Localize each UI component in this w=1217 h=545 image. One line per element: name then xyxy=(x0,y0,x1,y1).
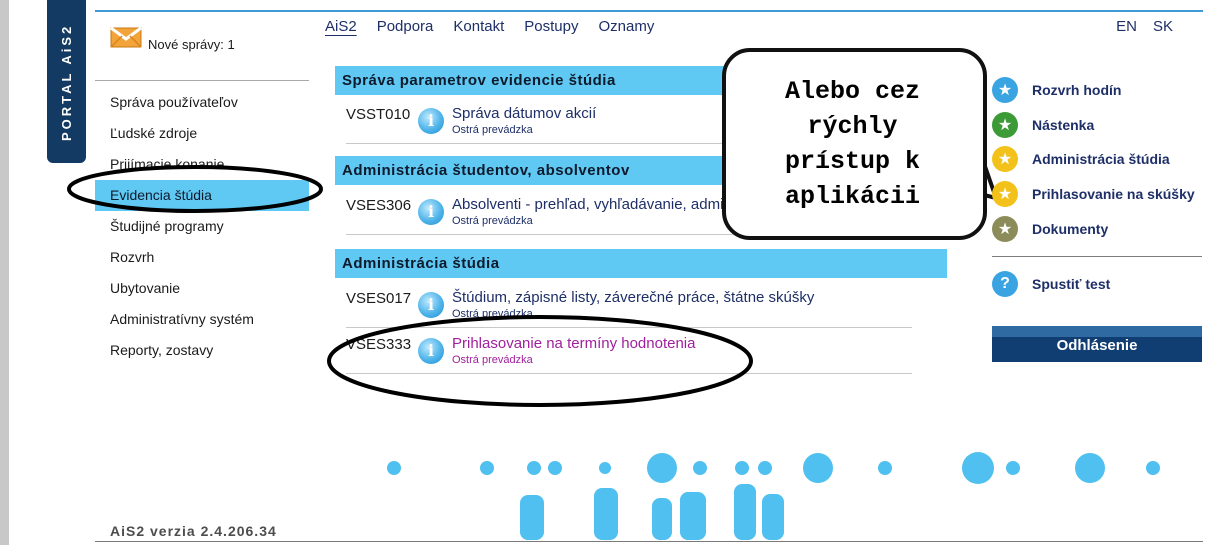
logout-button[interactable]: Odhlásenie xyxy=(992,326,1202,362)
quick-label: Prihlasovanie na skúšky xyxy=(1032,186,1195,202)
quick-label: Rozvrh hodín xyxy=(1032,82,1122,98)
quick-divider xyxy=(992,256,1202,257)
messages-label: Nové správy: 1 xyxy=(148,37,235,52)
info-icon: i xyxy=(418,292,444,318)
menu-divider xyxy=(95,80,309,81)
quick-rozvrh-hodin[interactable]: ★ Rozvrh hodín xyxy=(992,77,1121,103)
section-header: Administrácia štúdia xyxy=(335,249,947,278)
quick-nastenka[interactable]: ★ Nástenka xyxy=(992,112,1094,138)
callout-text: Alebo cez rýchly prístup k aplikácii xyxy=(724,74,981,214)
app-code: VSES333 xyxy=(346,336,412,353)
messages-link[interactable]: Nové správy: 1 xyxy=(110,22,235,52)
app-status: Ostrá prevádzka xyxy=(452,215,533,227)
app-status: Ostrá prevádzka xyxy=(452,124,533,136)
menu-item-studijne-programy[interactable]: Študijné programy xyxy=(95,211,309,242)
star-yellow-icon: ★ xyxy=(992,146,1018,172)
info-icon: i xyxy=(418,108,444,134)
info-icon: i xyxy=(418,199,444,225)
quick-spustit-test[interactable]: ? Spustiť test xyxy=(992,271,1110,297)
portal-label: PORTAL AiS2 xyxy=(59,23,74,141)
app-status: Ostrá prevádzka xyxy=(452,308,533,320)
language-switch: EN SK xyxy=(1116,18,1173,35)
envelope-icon xyxy=(110,22,142,48)
menu-item-prijimacie-konanie[interactable]: Prijímacie konanie xyxy=(95,149,309,180)
quick-label: Dokumenty xyxy=(1032,221,1109,237)
help-icon: ? xyxy=(992,271,1018,297)
nav-podpora[interactable]: Podpora xyxy=(377,18,434,35)
app-code: VSES017 xyxy=(346,290,412,307)
left-menu: Správa používateľov Ľudské zdroje Prijím… xyxy=(95,80,309,366)
quick-label: Nástenka xyxy=(1032,117,1095,133)
star-yellow-icon: ★ xyxy=(992,181,1018,207)
app-row[interactable]: VSES017 i Štúdium, zápisné listy, závere… xyxy=(346,283,912,328)
app-link[interactable]: Štúdium, zápisné listy, záverečné práce,… xyxy=(452,289,814,306)
star-green-icon: ★ xyxy=(992,112,1018,138)
menu-item-evidencia-studia[interactable]: Evidencia štúdia xyxy=(95,180,309,211)
nav-postupy[interactable]: Postupy xyxy=(524,18,578,35)
bottom-rule xyxy=(95,541,1203,542)
star-olive-icon: ★ xyxy=(992,216,1018,242)
menu-item-administrativny-system[interactable]: Administratívny systém xyxy=(95,304,309,335)
quick-dokumenty[interactable]: ★ Dokumenty xyxy=(992,216,1108,242)
callout-line: prístup k xyxy=(784,147,921,176)
outer-frame-edge xyxy=(0,0,9,545)
nav-kontakt[interactable]: Kontakt xyxy=(453,18,504,35)
callout-line: rýchly xyxy=(807,112,898,141)
star-blue-icon: ★ xyxy=(992,77,1018,103)
callout-line: aplikácii xyxy=(784,182,921,211)
quick-prihlasovanie[interactable]: ★ Prihlasovanie na skúšky xyxy=(992,181,1195,207)
app-link[interactable]: Správa dátumov akcií xyxy=(452,105,596,122)
decorative-graphic xyxy=(387,452,1160,540)
app-code: VSST010 xyxy=(346,106,411,123)
lang-en[interactable]: EN xyxy=(1116,18,1137,35)
app-status: Ostrá prevádzka xyxy=(452,354,533,366)
lang-sk[interactable]: SK xyxy=(1153,18,1173,35)
top-nav: AiS2 Podpora Kontakt Postupy Oznamy xyxy=(325,18,654,35)
menu-item-ubytovanie[interactable]: Ubytovanie xyxy=(95,273,309,304)
quick-label: Administrácia štúdia xyxy=(1032,151,1170,167)
app-link[interactable]: Prihlasovanie na termíny hodnotenia xyxy=(452,335,696,352)
menu-item-sprava-pouzivatelov[interactable]: Správa používateľov xyxy=(95,87,309,118)
callout-line: Alebo cez xyxy=(784,77,921,106)
menu-item-rozvrh[interactable]: Rozvrh xyxy=(95,242,309,273)
quick-label: Spustiť test xyxy=(1032,276,1111,292)
info-icon: i xyxy=(418,338,444,364)
app-link[interactable]: Absolventi - prehľad, vyhľadávanie, admi xyxy=(452,196,723,213)
menu-item-reporty[interactable]: Reporty, zostavy xyxy=(95,335,309,366)
nav-oznamy[interactable]: Oznamy xyxy=(598,18,654,35)
menu-item-ludske-zdroje[interactable]: Ľudské zdroje xyxy=(95,118,309,149)
top-rule xyxy=(95,10,1203,12)
app-code: VSES306 xyxy=(346,197,412,214)
quick-administracia-studia[interactable]: ★ Administrácia štúdia xyxy=(992,146,1170,172)
app-row[interactable]: VSES333 i Prihlasovanie na termíny hodno… xyxy=(346,329,912,374)
nav-ais2[interactable]: AiS2 xyxy=(325,18,357,35)
version-label: AiS2 verzia 2.4.206.34 xyxy=(110,523,277,539)
